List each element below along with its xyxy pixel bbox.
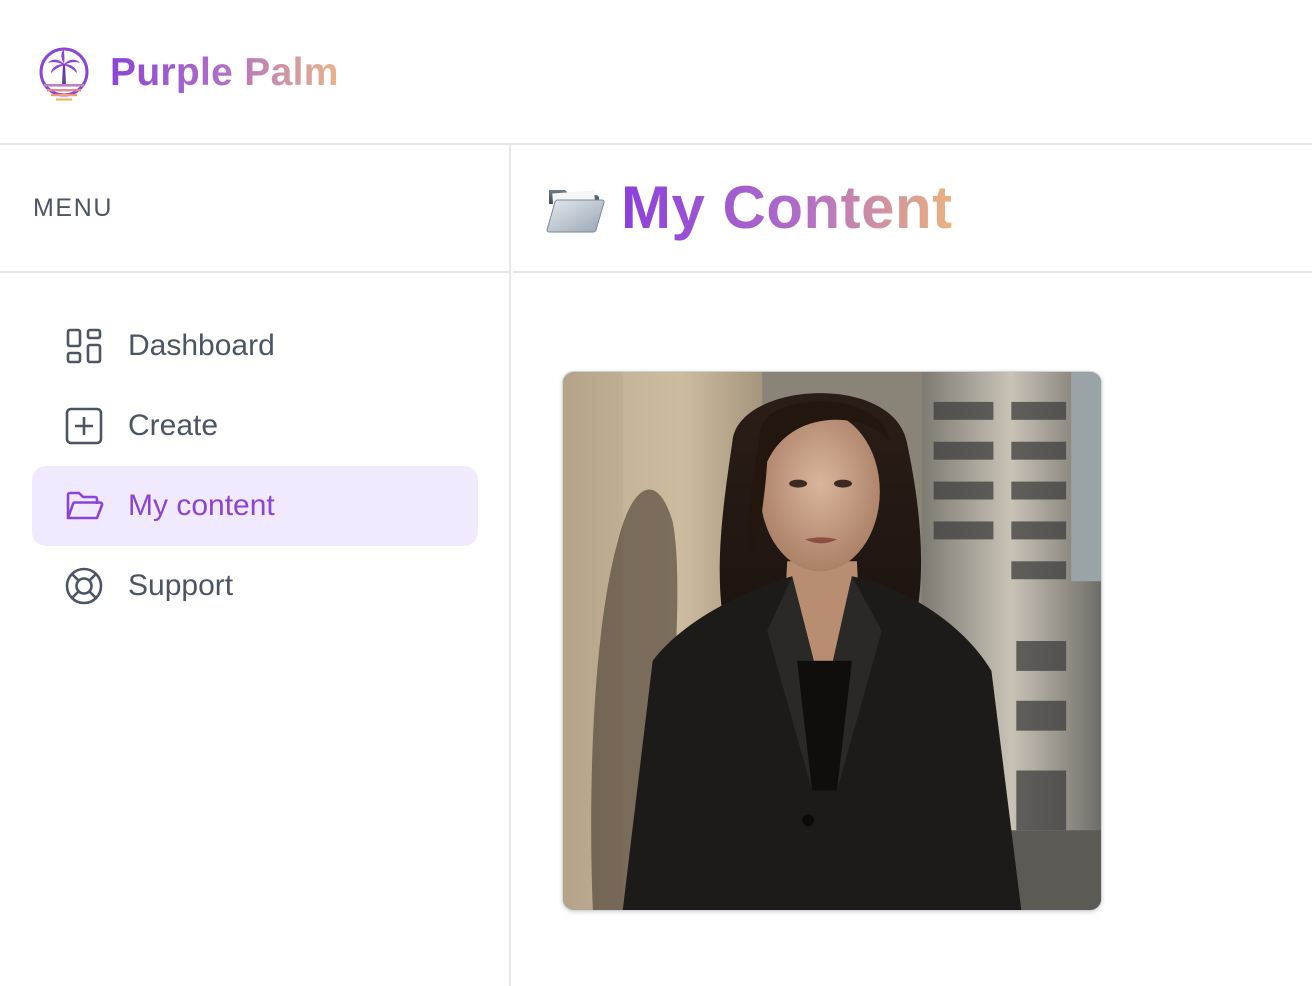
lifebuoy-icon — [65, 567, 103, 605]
main-content: My Content — [513, 145, 1312, 986]
sidebar-item-label: My content — [128, 489, 275, 522]
menu-header: MENU — [0, 145, 509, 273]
sidebar-item-label: Create — [128, 409, 219, 442]
plus-square-icon — [65, 407, 103, 445]
sidebar-item-label: Dashboard — [128, 329, 275, 362]
brand-name: Purple Palm — [110, 44, 339, 102]
menu-label: MENU — [33, 193, 114, 222]
content-item-card[interactable] — [562, 371, 1102, 911]
sidebar: MENU Dashboard Create My content Support — [0, 145, 511, 986]
page-header: My Content — [513, 145, 1312, 273]
palm-logo-icon — [39, 47, 89, 101]
folder-open-icon — [66, 491, 104, 520]
top-bar: Purple Palm — [0, 0, 1312, 145]
logo-link[interactable]: Purple Palm — [36, 44, 339, 102]
sidebar-item-dashboard[interactable]: Dashboard — [32, 306, 478, 386]
sidebar-nav: Dashboard Create My content Support — [32, 306, 478, 626]
page-title: My Content — [621, 174, 953, 241]
sidebar-item-label: Support — [128, 569, 234, 602]
sidebar-item-support[interactable]: Support — [32, 546, 478, 626]
sidebar-item-my-content[interactable]: My content — [32, 466, 478, 546]
dashboard-grid-icon — [66, 328, 102, 364]
content-thumbnail-image — [563, 372, 1101, 910]
folder-emoji-icon — [546, 190, 605, 233]
sidebar-item-create[interactable]: Create — [32, 386, 478, 466]
